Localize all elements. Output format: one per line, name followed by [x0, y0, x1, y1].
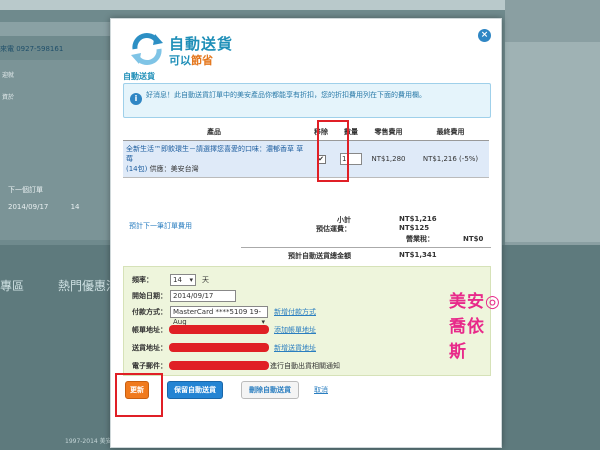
- payment-value: MasterCard ****5109 19-Aug: [173, 308, 261, 326]
- next-order-link[interactable]: 預計下一筆訂單費用: [129, 221, 192, 231]
- billing-address-label: 帳單地址：: [132, 326, 167, 334]
- background-left-item: 迎就: [2, 72, 15, 79]
- table-header-row: 產品 移除 數量 零售費用 最終費用: [123, 124, 489, 141]
- keep-auto-delivery-button[interactable]: 保留自動送貨: [167, 381, 223, 399]
- start-date-label: 開始日期：: [132, 292, 167, 300]
- frequency-label: 頻率：: [132, 276, 153, 284]
- final-price: NT$1,216 (-5%): [412, 140, 489, 178]
- notice-box: i 好消息！此自動送貨訂單中的美安產品你都能享有折扣，您的折扣費用列在下面的費用…: [123, 83, 491, 118]
- brand-subtitle-accent: 節省: [191, 54, 213, 67]
- product-vendor: 供應：美安台灣: [149, 165, 199, 173]
- shipping-address-redacted: [169, 343, 269, 352]
- background-orders-num: 14: [70, 203, 80, 211]
- background-tabs: [0, 22, 110, 36]
- tax-label: 營業稅：: [406, 235, 434, 243]
- background-right-column: [505, 42, 600, 242]
- brand-subtitle-prefix: 可以: [169, 54, 191, 67]
- add-shipping-address-link[interactable]: 新增送貨地址: [274, 343, 316, 353]
- add-payment-link[interactable]: 新增付款方式: [274, 307, 316, 317]
- background-footer-title-left: 專區: [0, 279, 25, 293]
- items-table: 產品 移除 數量 零售費用 最終費用 全新生活™即飲環生－請選擇您喜愛的口味：濃…: [123, 124, 489, 178]
- total-label: 預計自動送貨總金額: [288, 252, 351, 260]
- cancel-link[interactable]: 取消: [314, 385, 328, 395]
- auto-delivery-modal: × 自動送貨 可以節省 自動送貨 i 好消息！此自動送貨訂單中的美安產品你都能享…: [110, 18, 502, 448]
- email-label: 電子郵件：: [132, 362, 167, 370]
- notice-text: 好消息！此自動送貨訂單中的美安產品你都能享有折扣，您的折扣費用列在下面的費用欄。: [146, 91, 426, 99]
- brand-subtitle: 可以節省: [169, 52, 213, 68]
- total-divider: [241, 247, 491, 248]
- header-final: 最終費用: [412, 124, 489, 141]
- shipping-value: NT$125: [399, 224, 430, 232]
- add-billing-address-link[interactable]: 添加帳單地址: [274, 325, 316, 335]
- chevron-down-icon: ▾: [189, 276, 193, 284]
- section-title: 自動送貨: [123, 72, 155, 81]
- payment-label: 付款方式：: [132, 308, 167, 316]
- shipping-address-label: 送貨地址：: [132, 344, 167, 352]
- email-redacted: [169, 361, 269, 370]
- subtotal-value: NT$1,216: [399, 215, 437, 223]
- retail-price: NT$1,280: [365, 140, 412, 178]
- refresh-arrows-icon: [131, 33, 163, 65]
- table-row: 全新生活™即飲環生－請選擇您喜愛的口味：濃郁香草 草莓 (14包) 供應：美安台…: [123, 140, 489, 178]
- header-product: 產品: [123, 124, 305, 141]
- brand-title: 自動送貨: [169, 35, 234, 53]
- payment-select[interactable]: MasterCard ****5109 19-Aug ▾: [170, 306, 268, 326]
- background-orders-label: 下一個訂單: [8, 186, 43, 194]
- frequency-unit: 天: [202, 276, 209, 284]
- delivery-settings-form: 頻率： 14 ▾ 天 開始日期： 2014/09/17 付款方式： Master…: [123, 266, 491, 376]
- info-icon: i: [130, 93, 142, 105]
- background-left-item: 資於: [2, 94, 15, 101]
- background-orders: 下一個訂單 2014/09/17 14: [8, 185, 80, 211]
- shipping-label: 預估運費：: [316, 225, 351, 233]
- total-value: NT$1,341: [399, 251, 437, 259]
- product-pack: (14包): [126, 165, 148, 173]
- start-date-field[interactable]: 2014/09/17: [170, 290, 236, 302]
- header-retail: 零售費用: [365, 124, 412, 141]
- tax-value: NT$0: [463, 235, 484, 243]
- remove-highlight-box: [317, 120, 349, 182]
- close-icon[interactable]: ×: [478, 29, 491, 42]
- background-orders-date: 2014/09/17: [8, 203, 49, 211]
- update-highlight-box: [115, 373, 163, 417]
- product-name[interactable]: 全新生活™即飲環生－請選擇您喜愛的口味：濃郁香草 草莓: [126, 145, 303, 163]
- frequency-value: 14: [173, 276, 182, 284]
- background-left-panel: 迎就 資於: [0, 60, 110, 240]
- watermark: 美安◎喬依斯: [449, 292, 501, 362]
- delete-auto-delivery-button[interactable]: 刪除自動送貨: [241, 381, 299, 399]
- billing-address-redacted: [169, 325, 269, 334]
- email-note: 進行自動出貨相關通知: [270, 362, 340, 370]
- frequency-select[interactable]: 14 ▾: [170, 274, 196, 286]
- background-phone: 來電 0927-598161: [0, 45, 64, 53]
- product-cell: 全新生活™即飲環生－請選擇您喜愛的口味：濃郁香草 草莓 (14包) 供應：美安台…: [123, 140, 305, 178]
